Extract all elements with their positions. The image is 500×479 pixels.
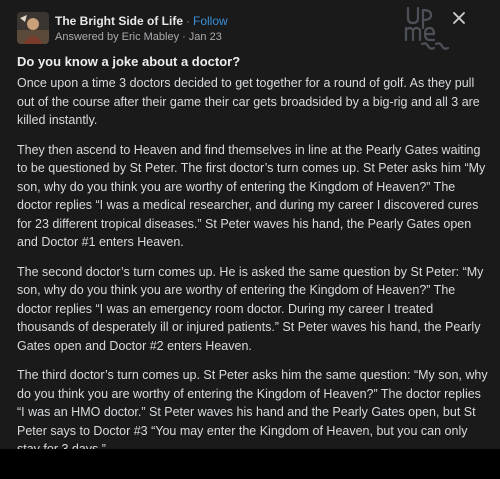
answer-paragraph: The second doctor’s turn comes up. He is… xyxy=(17,264,484,353)
answer-card: The Bright Side of Life · Follow Answered … xyxy=(0,0,500,449)
separator: · xyxy=(182,31,186,43)
avatar[interactable] xyxy=(17,12,49,44)
answer-paragraph: Once upon a time 3 doctors decided to ge… xyxy=(17,76,480,127)
follow-button[interactable]: Follow xyxy=(193,14,228,28)
answer-body: Once upon a time 3 doctors decided to ge… xyxy=(17,74,489,449)
separator: · xyxy=(186,14,190,28)
author-line: The Bright Side of Life · Follow xyxy=(55,14,228,28)
post-date[interactable]: Jan 23 xyxy=(189,31,222,43)
answer-paragraph: The third doctor’s turn comes up. St Pet… xyxy=(17,368,488,449)
answer-paragraph: They then ascend to Heaven and find them… xyxy=(17,142,486,250)
author-name[interactable]: The Bright Side of Life xyxy=(55,14,183,28)
question-title[interactable]: Do you know a joke about a doctor? xyxy=(17,53,487,70)
upmeme-watermark-icon xyxy=(400,2,454,52)
answer-meta: Answered by Eric Mabley · Jan 23 xyxy=(55,31,222,43)
answered-by[interactable]: Answered by Eric Mabley xyxy=(55,31,179,43)
close-icon[interactable] xyxy=(451,10,467,26)
